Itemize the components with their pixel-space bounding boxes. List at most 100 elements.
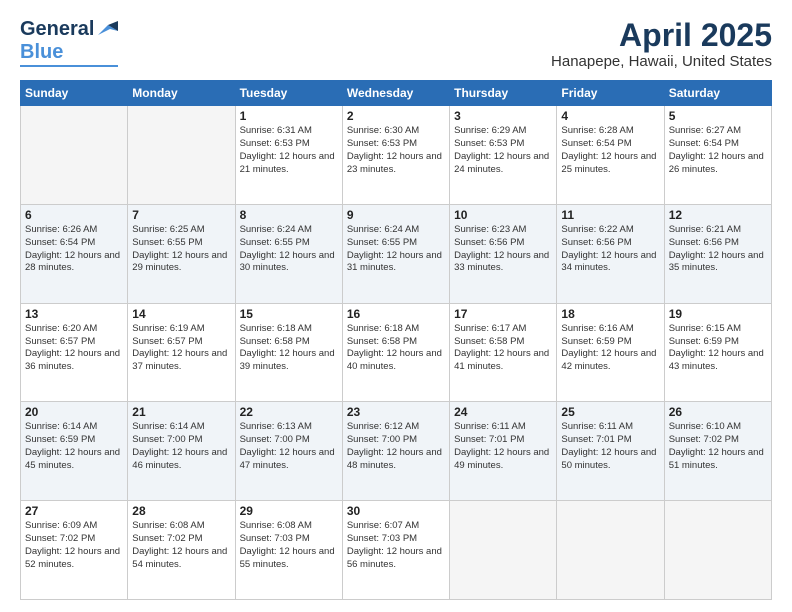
cell-daylight: Daylight: 12 hours and 35 minutes. (669, 250, 764, 274)
table-row: 24 Sunrise: 6:11 AM Sunset: 7:01 PM Dayl… (450, 402, 557, 501)
cell-sunrise: Sunrise: 6:08 AM (240, 520, 312, 531)
table-row (557, 501, 664, 600)
cell-sunset: Sunset: 7:02 PM (669, 434, 739, 445)
cell-sunset: Sunset: 6:58 PM (347, 336, 417, 347)
col-saturday: Saturday (664, 81, 771, 106)
cell-sunset: Sunset: 7:02 PM (25, 533, 95, 544)
cell-sunrise: Sunrise: 6:31 AM (240, 125, 312, 136)
day-number: 26 (669, 405, 767, 419)
cell-sunrise: Sunrise: 6:24 AM (347, 224, 419, 235)
day-number: 28 (132, 504, 230, 518)
table-row (450, 501, 557, 600)
cell-sunset: Sunset: 7:00 PM (132, 434, 202, 445)
table-row: 16 Sunrise: 6:18 AM Sunset: 6:58 PM Dayl… (342, 303, 449, 402)
cell-daylight: Daylight: 12 hours and 48 minutes. (347, 447, 442, 471)
cell-sunset: Sunset: 6:58 PM (240, 336, 310, 347)
day-number: 5 (669, 109, 767, 123)
cell-sunset: Sunset: 6:56 PM (669, 237, 739, 248)
table-row: 15 Sunrise: 6:18 AM Sunset: 6:58 PM Dayl… (235, 303, 342, 402)
cell-sunset: Sunset: 7:01 PM (561, 434, 631, 445)
day-number: 7 (132, 208, 230, 222)
table-row: 13 Sunrise: 6:20 AM Sunset: 6:57 PM Dayl… (21, 303, 128, 402)
logo-blue: Blue (20, 41, 63, 64)
col-thursday: Thursday (450, 81, 557, 106)
cell-sunset: Sunset: 6:59 PM (25, 434, 95, 445)
logo-general: General (20, 18, 94, 41)
day-number: 27 (25, 504, 123, 518)
table-row: 19 Sunrise: 6:15 AM Sunset: 6:59 PM Dayl… (664, 303, 771, 402)
table-row: 10 Sunrise: 6:23 AM Sunset: 6:56 PM Dayl… (450, 204, 557, 303)
table-row: 23 Sunrise: 6:12 AM Sunset: 7:00 PM Dayl… (342, 402, 449, 501)
cell-sunset: Sunset: 6:56 PM (561, 237, 631, 248)
cell-daylight: Daylight: 12 hours and 34 minutes. (561, 250, 656, 274)
table-row: 27 Sunrise: 6:09 AM Sunset: 7:02 PM Dayl… (21, 501, 128, 600)
table-row: 7 Sunrise: 6:25 AM Sunset: 6:55 PM Dayli… (128, 204, 235, 303)
cell-sunset: Sunset: 6:59 PM (669, 336, 739, 347)
day-number: 29 (240, 504, 338, 518)
day-number: 10 (454, 208, 552, 222)
cell-daylight: Daylight: 12 hours and 36 minutes. (25, 348, 120, 372)
table-row: 9 Sunrise: 6:24 AM Sunset: 6:55 PM Dayli… (342, 204, 449, 303)
cell-sunset: Sunset: 7:00 PM (347, 434, 417, 445)
table-row: 12 Sunrise: 6:21 AM Sunset: 6:56 PM Dayl… (664, 204, 771, 303)
page: General Blue April 2025 Hanapepe, Hawaii… (0, 0, 792, 612)
day-number: 22 (240, 405, 338, 419)
cell-daylight: Daylight: 12 hours and 40 minutes. (347, 348, 442, 372)
cell-sunrise: Sunrise: 6:19 AM (132, 323, 204, 334)
cell-sunset: Sunset: 7:03 PM (347, 533, 417, 544)
cell-sunset: Sunset: 7:01 PM (454, 434, 524, 445)
day-number: 1 (240, 109, 338, 123)
table-row: 6 Sunrise: 6:26 AM Sunset: 6:54 PM Dayli… (21, 204, 128, 303)
cell-daylight: Daylight: 12 hours and 49 minutes. (454, 447, 549, 471)
cell-sunset: Sunset: 7:02 PM (132, 533, 202, 544)
logo-divider (20, 65, 118, 67)
table-row: 4 Sunrise: 6:28 AM Sunset: 6:54 PM Dayli… (557, 106, 664, 205)
cell-daylight: Daylight: 12 hours and 28 minutes. (25, 250, 120, 274)
cell-sunrise: Sunrise: 6:27 AM (669, 125, 741, 136)
cell-sunset: Sunset: 6:55 PM (347, 237, 417, 248)
cell-sunrise: Sunrise: 6:17 AM (454, 323, 526, 334)
cell-sunrise: Sunrise: 6:14 AM (132, 421, 204, 432)
location-title: Hanapepe, Hawaii, United States (551, 53, 772, 70)
day-number: 24 (454, 405, 552, 419)
cell-daylight: Daylight: 12 hours and 24 minutes. (454, 151, 549, 175)
cell-sunset: Sunset: 7:00 PM (240, 434, 310, 445)
table-row: 17 Sunrise: 6:17 AM Sunset: 6:58 PM Dayl… (450, 303, 557, 402)
cell-daylight: Daylight: 12 hours and 25 minutes. (561, 151, 656, 175)
cell-sunrise: Sunrise: 6:13 AM (240, 421, 312, 432)
cell-sunset: Sunset: 6:56 PM (454, 237, 524, 248)
cell-daylight: Daylight: 12 hours and 47 minutes. (240, 447, 335, 471)
table-row: 25 Sunrise: 6:11 AM Sunset: 7:01 PM Dayl… (557, 402, 664, 501)
cell-sunset: Sunset: 6:55 PM (132, 237, 202, 248)
day-number: 16 (347, 307, 445, 321)
day-number: 21 (132, 405, 230, 419)
cell-daylight: Daylight: 12 hours and 43 minutes. (669, 348, 764, 372)
cell-sunset: Sunset: 6:54 PM (561, 138, 631, 149)
day-number: 3 (454, 109, 552, 123)
cell-sunrise: Sunrise: 6:16 AM (561, 323, 633, 334)
cell-daylight: Daylight: 12 hours and 30 minutes. (240, 250, 335, 274)
cell-daylight: Daylight: 12 hours and 52 minutes. (25, 546, 120, 570)
cell-sunrise: Sunrise: 6:11 AM (561, 421, 633, 432)
day-number: 23 (347, 405, 445, 419)
day-number: 2 (347, 109, 445, 123)
day-number: 15 (240, 307, 338, 321)
cell-sunrise: Sunrise: 6:09 AM (25, 520, 97, 531)
cell-sunrise: Sunrise: 6:15 AM (669, 323, 741, 334)
cell-daylight: Daylight: 12 hours and 37 minutes. (132, 348, 227, 372)
cell-sunset: Sunset: 6:53 PM (454, 138, 524, 149)
cell-daylight: Daylight: 12 hours and 41 minutes. (454, 348, 549, 372)
cell-sunrise: Sunrise: 6:22 AM (561, 224, 633, 235)
calendar-table: Sunday Monday Tuesday Wednesday Thursday… (20, 80, 772, 600)
cell-sunset: Sunset: 6:55 PM (240, 237, 310, 248)
day-number: 20 (25, 405, 123, 419)
cell-sunset: Sunset: 6:58 PM (454, 336, 524, 347)
table-row: 14 Sunrise: 6:19 AM Sunset: 6:57 PM Dayl… (128, 303, 235, 402)
table-row: 8 Sunrise: 6:24 AM Sunset: 6:55 PM Dayli… (235, 204, 342, 303)
cell-sunrise: Sunrise: 6:18 AM (240, 323, 312, 334)
cell-daylight: Daylight: 12 hours and 50 minutes. (561, 447, 656, 471)
table-row: 21 Sunrise: 6:14 AM Sunset: 7:00 PM Dayl… (128, 402, 235, 501)
cell-daylight: Daylight: 12 hours and 23 minutes. (347, 151, 442, 175)
day-number: 17 (454, 307, 552, 321)
col-wednesday: Wednesday (342, 81, 449, 106)
